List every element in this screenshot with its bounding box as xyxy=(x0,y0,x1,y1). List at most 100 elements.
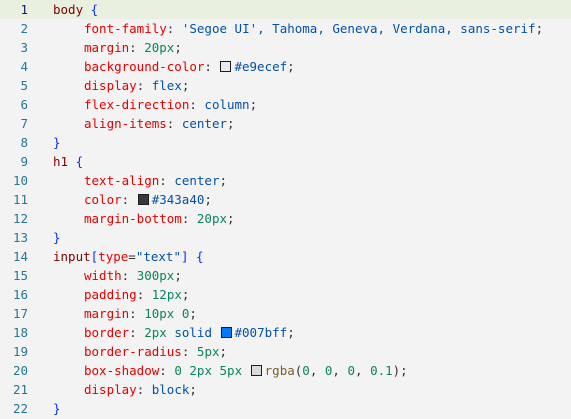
code-line[interactable]: 5 display: flex; xyxy=(0,76,571,95)
line-code: h1 { xyxy=(53,152,83,171)
token-pun: : xyxy=(181,344,197,359)
color-swatch-icon[interactable] xyxy=(250,365,262,376)
token-pun: : xyxy=(166,21,182,36)
code-line[interactable]: 20 box-shadow: 0 2px 5px rgba(0, 0, 0, 0.… xyxy=(0,361,571,380)
token-num: 300 xyxy=(136,268,160,283)
line-number: 4 xyxy=(20,59,28,74)
code-line[interactable]: 22} xyxy=(0,399,571,418)
token-pun: : xyxy=(159,363,175,378)
token-prop: text-align xyxy=(84,173,160,188)
code-line[interactable]: 10 text-align: center; xyxy=(0,171,571,190)
line-number: 11 xyxy=(12,192,28,207)
line-code: } xyxy=(53,228,61,247)
code-line[interactable]: 3 margin: 20px; xyxy=(0,38,571,57)
line-number: 2 xyxy=(20,21,28,36)
code-line[interactable]: 4 background-color: #e9ecef; xyxy=(0,57,571,76)
line-number: 10 xyxy=(12,173,28,188)
color-swatch-icon[interactable] xyxy=(220,61,232,72)
code-line[interactable]: 21 display: block; xyxy=(0,380,571,399)
token-pun: ; xyxy=(227,116,235,131)
token-val: center xyxy=(181,116,228,131)
line-code: margin: 20px; xyxy=(53,38,182,57)
line-number: 14 xyxy=(12,249,28,264)
token-unit: px xyxy=(196,363,212,378)
token-prop: background-color xyxy=(84,59,205,74)
token-pun: ; xyxy=(189,306,197,321)
token-pun: : xyxy=(121,268,137,283)
token-pun: : xyxy=(136,287,152,302)
token-pun: ; xyxy=(174,40,182,55)
token-prop: padding xyxy=(84,287,137,302)
token-pun: : xyxy=(129,306,145,321)
code-line[interactable]: 19 border-radius: 5px; xyxy=(0,342,571,361)
token-pun: ; xyxy=(204,192,212,207)
token-prop: border-radius xyxy=(84,344,182,359)
token-num: 2 xyxy=(189,363,197,378)
code-line[interactable]: 12 margin-bottom: 20px; xyxy=(0,209,571,228)
line-code: font-family: 'Segoe UI', Tahoma, Geneva,… xyxy=(53,19,543,38)
token-pun xyxy=(174,306,182,321)
token-pun: = xyxy=(128,249,136,264)
token-val: block xyxy=(151,382,190,397)
token-brk: { xyxy=(75,154,84,169)
line-number: 6 xyxy=(20,97,28,112)
code-line[interactable]: 11 color: #343a40; xyxy=(0,190,571,209)
code-line[interactable]: 17 margin: 10px 0; xyxy=(0,304,571,323)
token-pun: : xyxy=(121,192,137,207)
code-line[interactable]: 7 align-items: center; xyxy=(0,114,571,133)
code-line[interactable]: 1 body { xyxy=(0,0,571,19)
token-prop: margin-bottom xyxy=(84,211,182,226)
token-prop: type xyxy=(98,249,129,264)
line-code: background-color: #e9ecef; xyxy=(53,57,295,76)
token-num: 20 xyxy=(196,211,212,226)
token-pun: ; xyxy=(219,344,228,359)
code-line[interactable]: 15 width: 300px; xyxy=(0,266,571,285)
line-number: 17 xyxy=(12,306,28,321)
code-line[interactable]: 18 border: 2px solid #007bff; xyxy=(0,323,571,342)
token-pun: : xyxy=(129,40,145,55)
token-hex: #343a40 xyxy=(151,192,205,207)
token-pun: : xyxy=(204,59,220,74)
token-unit: px xyxy=(166,287,182,302)
code-line[interactable]: 6 flex-direction: column; xyxy=(0,95,571,114)
token-sel: body xyxy=(53,2,84,17)
code-editor[interactable]: 1 body { 2 font-family: 'Segoe UI', Tahoma,… xyxy=(0,0,571,419)
code-line[interactable]: 14 input[type="text"] { xyxy=(0,247,571,266)
code-line[interactable]: 2 font-family: 'Segoe UI', Tahoma, Geneva… xyxy=(0,19,571,38)
line-code: padding: 12px; xyxy=(53,285,189,304)
token-pun: ; xyxy=(227,211,235,226)
token-hex: #007bff xyxy=(234,325,288,340)
token-pun: : xyxy=(136,382,152,397)
token-num: 10 xyxy=(144,306,160,321)
line-number: 3 xyxy=(20,40,28,55)
token-num: 12 xyxy=(151,287,167,302)
color-swatch-icon[interactable] xyxy=(137,194,149,205)
token-pun: : xyxy=(189,97,205,112)
token-val: flex xyxy=(151,78,182,93)
token-pun: : xyxy=(136,78,152,93)
code-line[interactable]: 13} xyxy=(0,228,571,247)
line-code: border-radius: 5px; xyxy=(53,342,227,361)
token-pun: ; xyxy=(535,21,544,36)
token-pun xyxy=(68,154,76,169)
line-code: } xyxy=(53,399,61,418)
color-swatch-icon[interactable] xyxy=(220,327,232,338)
token-val: "text" xyxy=(135,249,181,264)
token-pun: : xyxy=(159,173,175,188)
token-sel: input xyxy=(53,249,91,264)
line-code: text-align: center; xyxy=(53,171,227,190)
code-line[interactable]: 9 h1 { xyxy=(0,152,571,171)
token-prop: width xyxy=(84,268,122,283)
token-brk: { xyxy=(90,2,99,17)
token-prop: font-family xyxy=(84,21,167,36)
line-number: 19 xyxy=(12,344,28,359)
line-number: 16 xyxy=(12,287,28,302)
token-unit: px xyxy=(159,268,175,283)
token-brk: } xyxy=(53,135,61,150)
line-number: 7 xyxy=(20,116,28,131)
line-code: margin: 10px 0; xyxy=(53,304,197,323)
code-line[interactable]: 16 padding: 12px; xyxy=(0,285,571,304)
code-line[interactable]: 8} xyxy=(0,133,571,152)
token-prop: flex-direction xyxy=(84,97,190,112)
line-number: 18 xyxy=(12,325,28,340)
